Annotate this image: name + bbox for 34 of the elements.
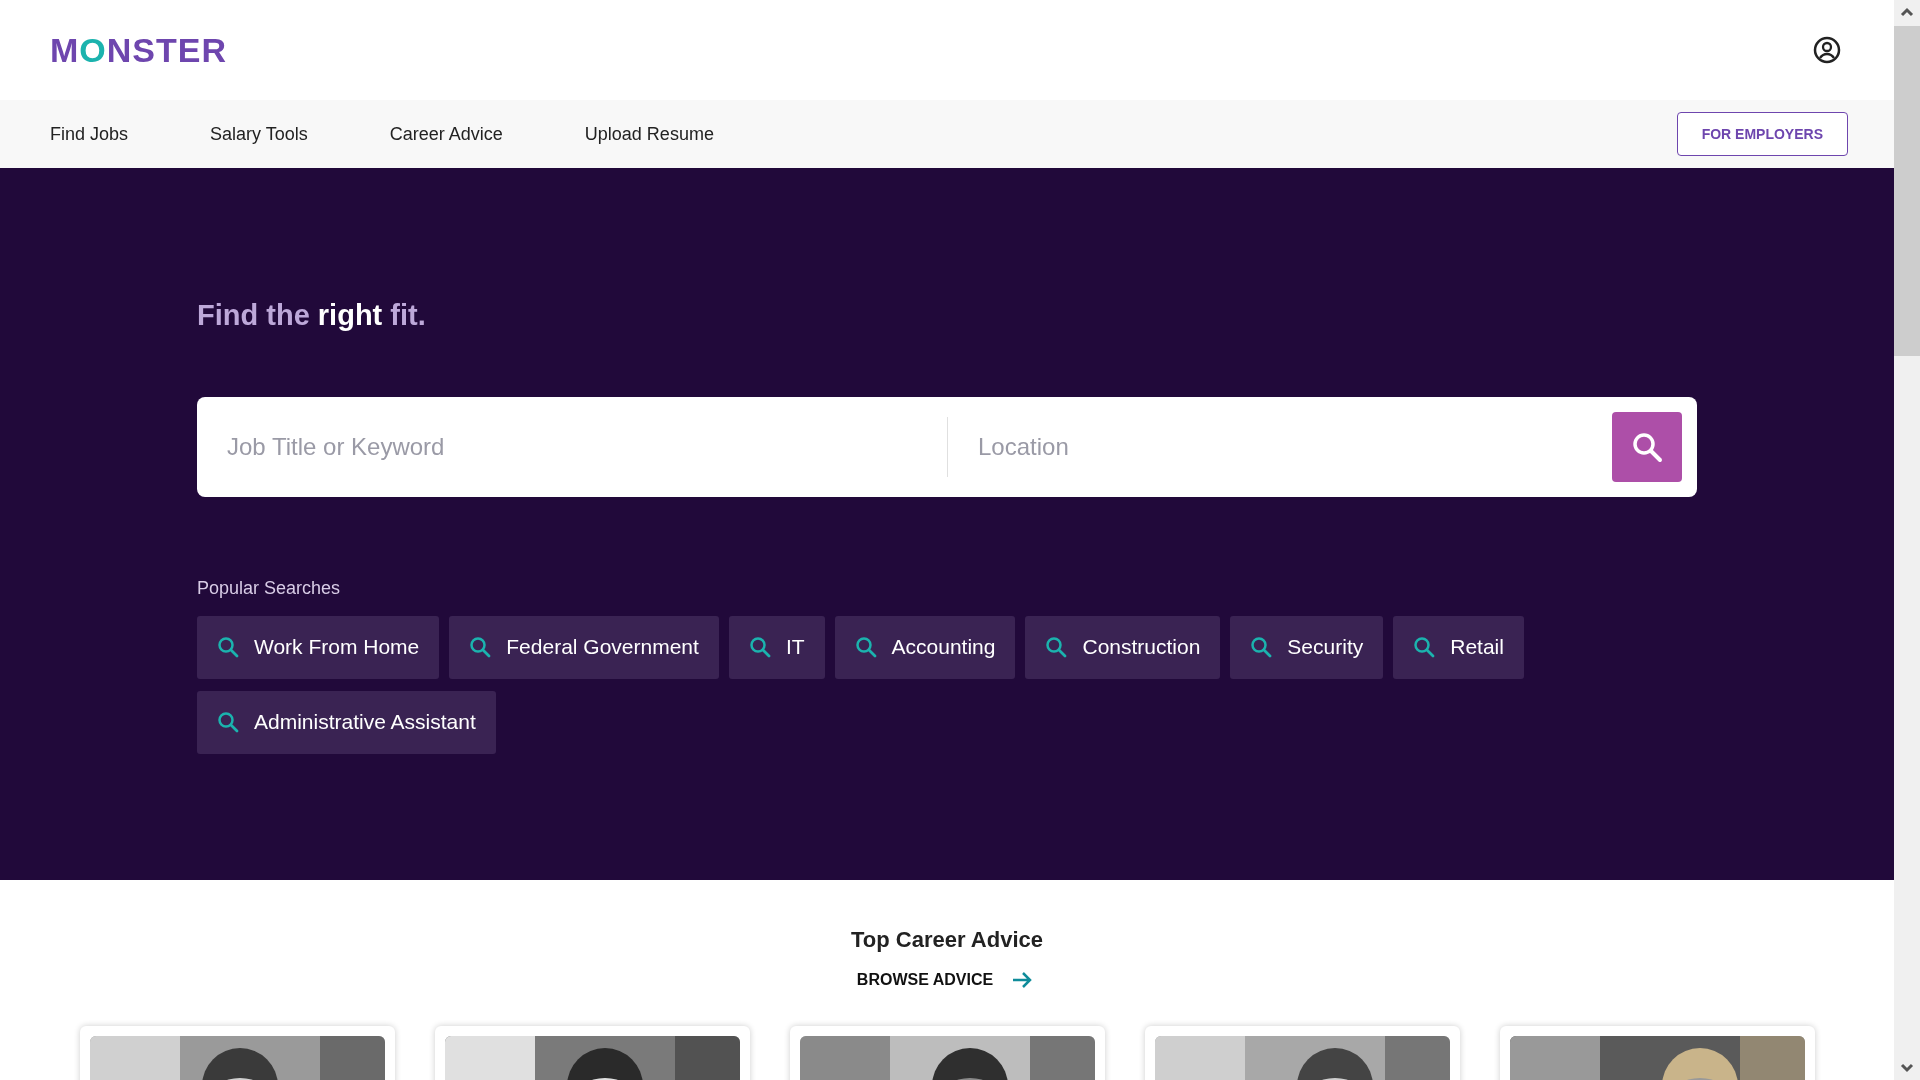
search-icon [217,711,239,733]
hero-heading: Find the right fit. [197,298,427,333]
search-icon [854,636,877,658]
search-icon [748,636,771,658]
section-title: Top Career Advice [851,926,1043,954]
popular-search-chip[interactable]: Administrative Assistant [197,690,496,754]
search-icon [1413,636,1436,658]
keyword-field[interactable]: Job Title or Keyword [197,396,947,497]
search-icon [1250,636,1273,658]
nav-link[interactable]: Career Advice [389,120,503,148]
popular-search-chip[interactable]: Retail [1393,615,1524,679]
scrollbar-thumb[interactable] [1894,26,1920,356]
nav-link[interactable]: Upload Resume [584,120,714,148]
for-employers-button[interactable]: FOR EMPLOYERS [1676,112,1848,156]
popular-search-chip[interactable]: Security [1230,615,1384,679]
search-icon [1045,636,1068,658]
location-field[interactable]: Location [948,396,1612,497]
scrollbar[interactable] [1894,0,1920,1080]
popular-search-chip[interactable]: Construction [1025,615,1221,679]
search-icon [1631,430,1663,463]
popular-search-chip[interactable]: Federal Government [449,615,719,679]
browse-advice-link[interactable]: BROWSE ADVICE [856,968,1034,992]
arrow-right-icon [1011,970,1034,990]
search-icon [469,636,492,658]
nav-link[interactable]: Salary Tools [210,120,308,148]
popular-search-chip[interactable]: IT [728,615,825,679]
monster-logo[interactable]: MONSTER [50,24,227,76]
search-icon [217,636,239,658]
popular-search-chip[interactable]: Work From Home [197,615,440,679]
search-button[interactable] [1612,411,1682,482]
nav-link[interactable]: Find Jobs [50,120,129,148]
popular-searches-label: Popular Searches [197,576,341,600]
account-icon[interactable] [1813,36,1841,64]
popular-search-chip[interactable]: Accounting [834,615,1016,679]
